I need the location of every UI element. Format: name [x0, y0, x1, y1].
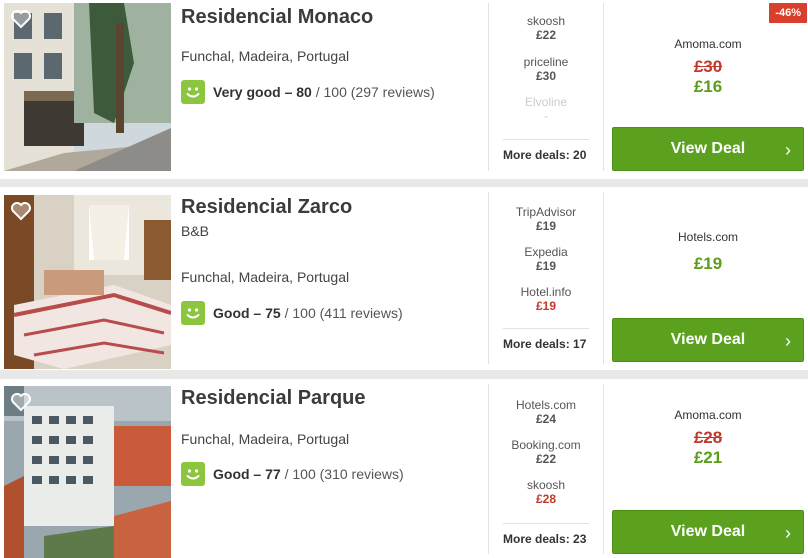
hotel-card: Residencial Parque Funchal, Madeira, Por…	[0, 379, 808, 558]
hotel-name[interactable]: Residencial Monaco	[181, 5, 481, 29]
hotel-card: Residencial Monaco Funchal, Madeira, Por…	[0, 0, 808, 179]
view-deal-label: View Deal	[670, 523, 746, 540]
deal-item[interactable]: skoosh £28	[489, 478, 603, 506]
other-deals: skoosh £22 priceline £30 Elvoline - More…	[488, 3, 604, 171]
more-deals-link[interactable]: More deals: 23	[503, 523, 589, 546]
rating-separator: –	[280, 84, 297, 100]
deal-item[interactable]: Elvoline -	[489, 95, 603, 123]
other-deals: TripAdvisor £19 Expedia £19 Hotel.info £…	[488, 192, 604, 364]
best-deal-provider: Amoma.com	[674, 408, 742, 422]
best-deal: Amoma.com £30 £16	[612, 37, 804, 97]
hotel-photo[interactable]	[4, 3, 171, 171]
deal-item[interactable]: Hotels.com £24	[489, 398, 603, 426]
smiley-icon	[181, 80, 205, 104]
hotel-info: Residencial Parque Funchal, Madeira, Por…	[181, 386, 481, 486]
chevron-right-icon: ›	[785, 523, 791, 543]
hotel-location: Funchal, Madeira, Portugal	[181, 431, 350, 447]
best-deal: Amoma.com £28 £21	[612, 408, 804, 468]
rating: Very good – 80 / 100 (297 reviews)	[181, 80, 435, 104]
smiley-icon	[181, 462, 205, 486]
rating-reviews: / 100 (310 reviews)	[284, 466, 404, 482]
deal-price: £19	[535, 219, 557, 233]
deal-price-main: £21	[693, 448, 723, 467]
hotel-name[interactable]: Residencial Zarco	[181, 195, 481, 219]
rating-reviews: / 100 (411 reviews)	[284, 305, 403, 321]
best-deal: Hotels.com £19	[612, 230, 804, 274]
deal-site: Hotel.info	[520, 285, 572, 299]
chevron-right-icon: ›	[785, 331, 791, 351]
deal-item[interactable]: TripAdvisor £19	[489, 205, 603, 233]
other-deals: Hotels.com £24 Booking.com £22 skoosh £2…	[488, 384, 604, 554]
hotel-info: Residencial Zarco B&B Funchal, Madeira, …	[181, 195, 481, 325]
deal-item[interactable]: Expedia £19	[489, 245, 603, 273]
deal-item[interactable]: Hotel.info £19	[489, 285, 603, 313]
hotel-location: Funchal, Madeira, Portugal	[181, 269, 350, 285]
deal-site: Booking.com	[511, 438, 581, 452]
deal-site: Hotels.com	[515, 398, 577, 412]
rating: Good – 77 / 100 (310 reviews)	[181, 462, 404, 486]
hotel-photo[interactable]	[4, 195, 171, 369]
deal-price-main: £19	[693, 254, 723, 273]
deal-price: £22	[535, 452, 557, 466]
rating-score: 80	[296, 84, 312, 100]
hotel-photo-image	[4, 195, 171, 369]
deal-item[interactable]: Booking.com £22	[489, 438, 603, 466]
rating-label: Good	[213, 466, 250, 482]
deal-price: £28	[535, 492, 557, 506]
deal-price: £30	[535, 69, 557, 83]
best-deal-provider: Hotels.com	[677, 230, 739, 244]
deal-site: Elvoline	[524, 95, 568, 109]
chevron-right-icon: ›	[785, 140, 791, 160]
deal-site: TripAdvisor	[515, 205, 577, 219]
discount-badge: -46%	[769, 3, 807, 23]
more-deals-link[interactable]: More deals: 17	[503, 328, 589, 351]
rating-label: Very good	[213, 84, 281, 100]
hotel-location: Funchal, Madeira, Portugal	[181, 48, 350, 64]
hotel-card: Residencial Zarco B&B Funchal, Madeira, …	[0, 187, 808, 370]
original-price: £28	[693, 428, 723, 447]
more-deals-link[interactable]: More deals: 20	[503, 139, 589, 162]
deal-price-main: £16	[693, 77, 723, 96]
view-deal-label: View Deal	[670, 140, 746, 157]
deal-site: priceline	[523, 55, 569, 69]
deal-price: -	[544, 109, 548, 123]
smiley-icon	[181, 301, 205, 325]
heart-icon[interactable]	[10, 9, 32, 29]
deal-item[interactable]: skoosh £22	[489, 14, 603, 42]
heart-icon[interactable]	[10, 201, 32, 221]
rating: Good – 75 / 100 (411 reviews)	[181, 301, 403, 325]
deal-site: skoosh	[526, 14, 566, 28]
deal-site: Expedia	[524, 245, 568, 259]
view-deal-label: View Deal	[670, 331, 746, 348]
rating-label: Good	[213, 305, 250, 321]
deal-site: skoosh	[526, 478, 566, 492]
deal-item[interactable]: priceline £30	[489, 55, 603, 83]
hotel-photo[interactable]	[4, 386, 171, 558]
deal-price: £19	[535, 299, 557, 313]
rating-separator: –	[249, 466, 266, 482]
view-deal-button[interactable]: View Deal ›	[612, 510, 804, 554]
view-deal-button[interactable]: View Deal ›	[612, 127, 804, 171]
hotel-info: Residencial Monaco Funchal, Madeira, Por…	[181, 5, 481, 104]
rating-separator: –	[249, 305, 266, 321]
rating-score: 75	[265, 305, 281, 321]
deal-price: £19	[535, 259, 557, 273]
original-price: £30	[693, 57, 723, 76]
deal-price: £22	[535, 28, 557, 42]
rating-score: 77	[265, 466, 281, 482]
hotel-type: B&B	[181, 223, 210, 239]
heart-icon[interactable]	[10, 392, 32, 412]
view-deal-button[interactable]: View Deal ›	[612, 318, 804, 362]
hotel-name[interactable]: Residencial Parque	[181, 386, 481, 410]
best-deal-provider: Amoma.com	[674, 37, 742, 51]
deal-price: £24	[535, 412, 557, 426]
rating-reviews: / 100 (297 reviews)	[315, 84, 435, 100]
